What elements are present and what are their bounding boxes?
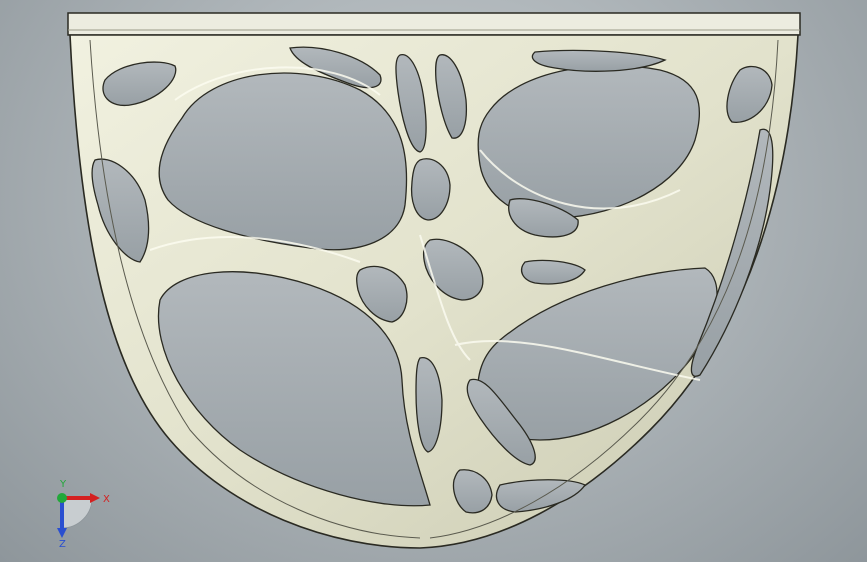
z-axis-label: Z — [59, 539, 66, 548]
y-axis-label: Y — [59, 479, 67, 490]
z-axis-arrow-icon — [57, 528, 67, 538]
top-flange[interactable] — [67, 12, 801, 36]
bracket-model[interactable] — [0, 0, 867, 562]
triad-base — [61, 497, 93, 529]
coordinate-triad: X Y Z — [57, 479, 110, 548]
y-axis-dot-icon — [57, 493, 67, 503]
x-axis-arrow-icon — [90, 493, 100, 503]
graphics-viewport[interactable]: X Y Z — [0, 0, 867, 562]
x-axis-label: X — [103, 494, 110, 505]
hole-lower-4 — [495, 479, 586, 513]
